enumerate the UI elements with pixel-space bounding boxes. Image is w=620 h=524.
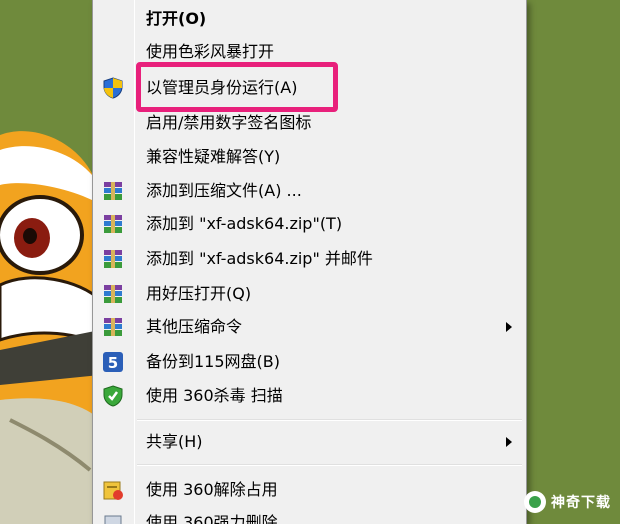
menu-item-label: 共享(H) [146, 432, 203, 451]
menu-item-label: 其他压缩命令 [146, 317, 243, 336]
menu-item-label: 用好压打开(Q) [146, 284, 252, 303]
menu-item-360-unlock[interactable]: 使用 360解除占用 [95, 473, 524, 506]
menu-item-compat-troubleshoot[interactable]: 兼容性疑难解答(Y) [95, 140, 524, 173]
winrar-icon [101, 315, 125, 339]
menu-item-share[interactable]: 共享(H) [95, 425, 524, 458]
360-unlock-icon [101, 478, 125, 502]
menu-item-add-to-zip-and-email[interactable]: 添加到 "xf-adsk64.zip" 并邮件 [95, 242, 524, 275]
logo-text: 神奇下载 [551, 495, 611, 511]
uac-shield-icon [101, 76, 125, 100]
menu-item-label: 添加到 "xf-adsk64.zip" 并邮件 [146, 249, 373, 268]
115-icon: 5 [101, 350, 125, 374]
menu-item-label: 使用 360杀毒 扫描 [146, 386, 283, 405]
menu-item-label: 打开(O) [146, 9, 207, 28]
menu-separator [137, 464, 522, 466]
menu-item-label: 添加到 "xf-adsk64.zip"(T) [146, 214, 343, 233]
menu-item-label: 使用 360解除占用 [146, 480, 278, 499]
menu-item-other-compress-commands[interactable]: 其他压缩命令 [95, 310, 524, 343]
menu-item-open[interactable]: 打开(O) [95, 2, 524, 35]
menu-item-add-to-zip[interactable]: 添加到 "xf-adsk64.zip"(T) [95, 207, 524, 240]
menu-item-add-to-archive[interactable]: 添加到压缩文件(A) ... [95, 174, 524, 207]
winrar-icon [101, 212, 125, 236]
winrar-icon [101, 179, 125, 203]
menu-item-backup-115[interactable]: 5 备份到115网盘(B) [95, 345, 524, 378]
winrar-icon [101, 282, 125, 306]
submenu-arrow-icon [506, 437, 512, 447]
menu-item-360-force-delete[interactable]: 使用 360强力删除 [95, 506, 524, 524]
logo-icon [524, 491, 546, 513]
menu-item-label: 备份到115网盘(B) [146, 352, 281, 371]
360-shield-icon [101, 384, 125, 408]
svg-text:5: 5 [108, 354, 118, 372]
menu-item-label: 兼容性疑难解答(Y) [146, 147, 281, 166]
site-watermark-logo: 神奇下载 [524, 486, 620, 518]
highlight-annotation [136, 62, 338, 112]
winrar-icon [101, 247, 125, 271]
menu-separator [137, 419, 522, 421]
360-delete-icon [101, 511, 125, 524]
menu-item-label: 添加到压缩文件(A) ... [146, 181, 302, 200]
menu-item-label: 使用 360强力删除 [146, 513, 278, 524]
menu-item-360-scan[interactable]: 使用 360杀毒 扫描 [95, 379, 524, 412]
submenu-arrow-icon [506, 322, 512, 332]
menu-item-open-with-haozip[interactable]: 用好压打开(Q) [95, 277, 524, 310]
